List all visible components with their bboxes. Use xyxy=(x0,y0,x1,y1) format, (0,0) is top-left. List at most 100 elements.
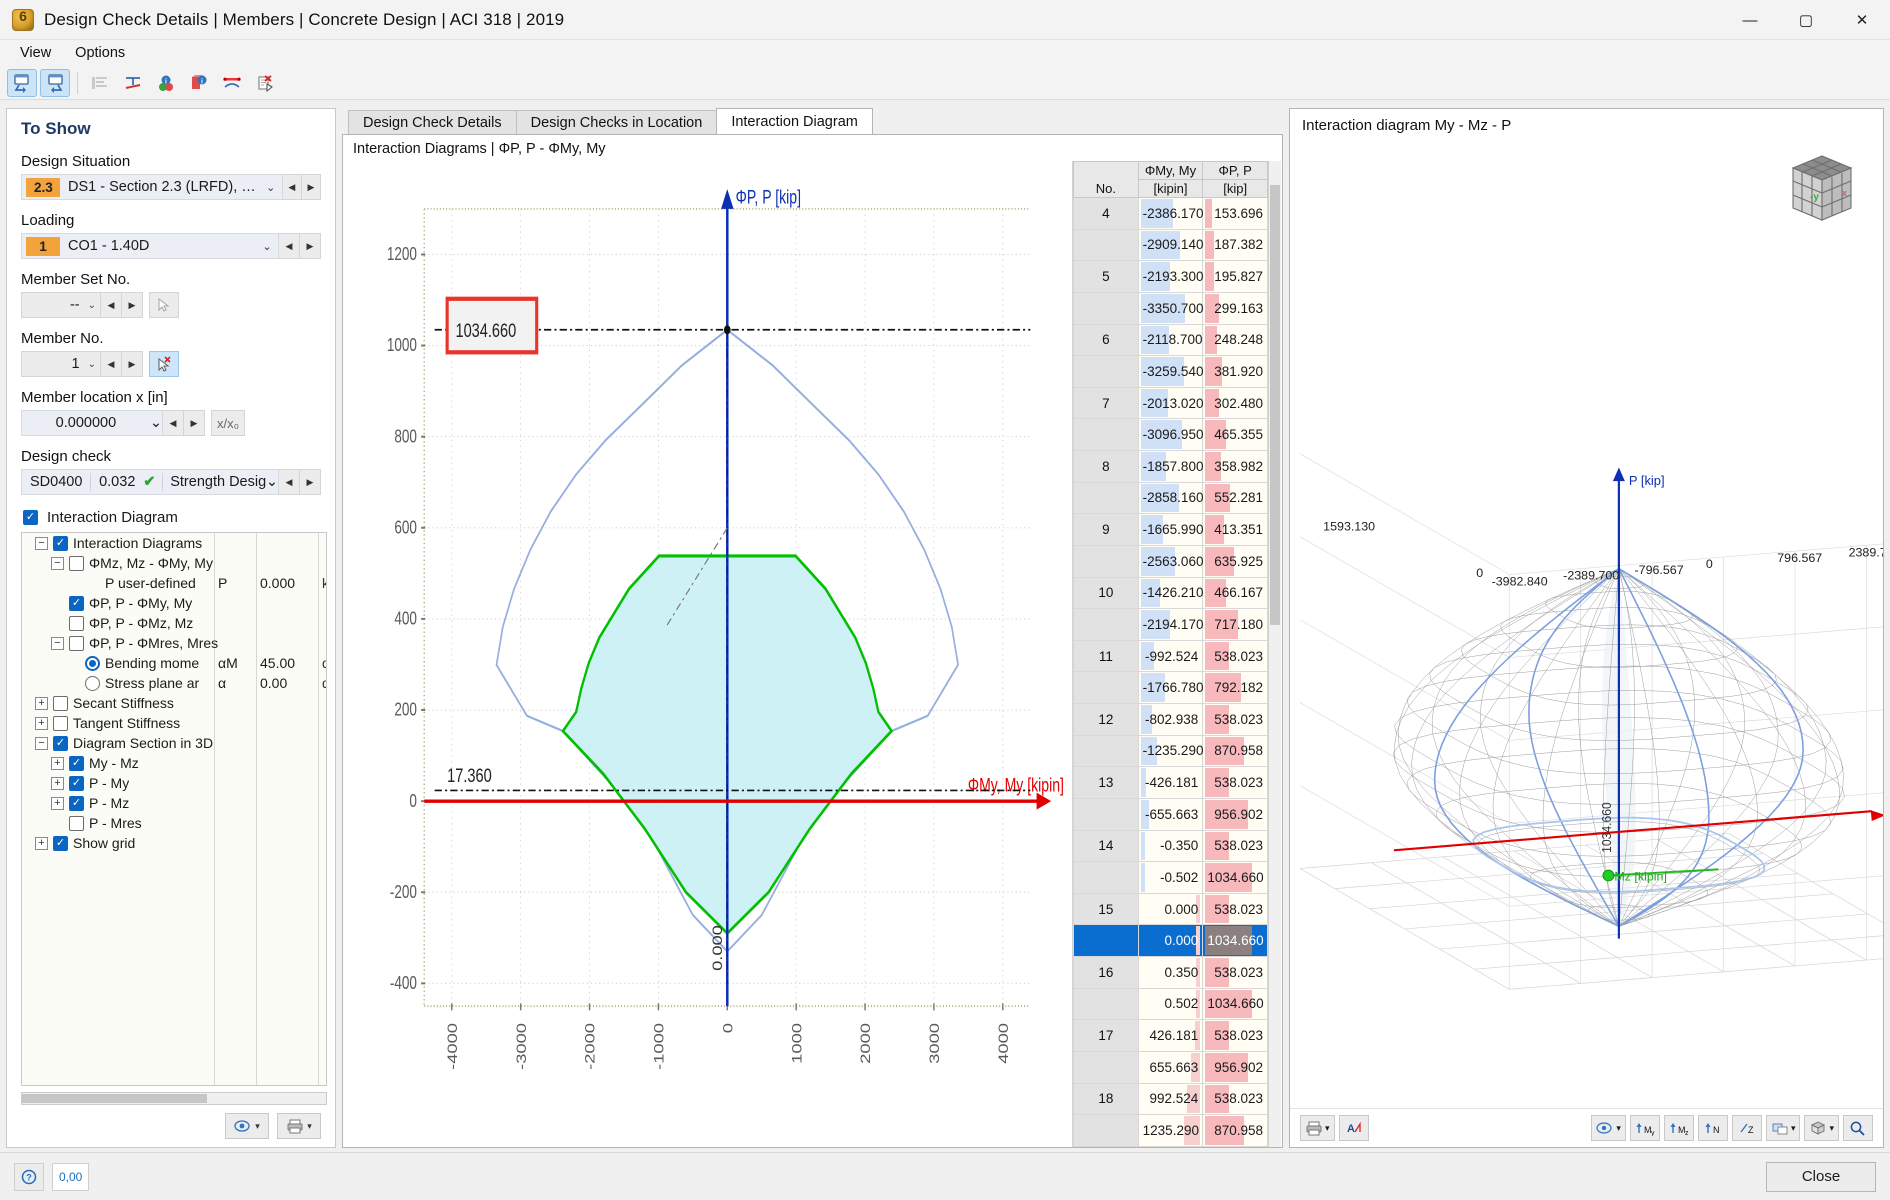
table-row[interactable]: 6-2118.700248.248 xyxy=(1074,324,1268,356)
member-no-combo[interactable]: 1 ⌄ xyxy=(21,351,101,377)
tree-item[interactable]: +Secant Stiffness xyxy=(22,693,326,713)
cell-p[interactable]: 717.180 xyxy=(1203,609,1268,641)
table-row[interactable]: -2194.170717.180 xyxy=(1074,609,1268,641)
table-row[interactable]: -1766.780792.182 xyxy=(1074,672,1268,704)
axis-my-button[interactable]: My xyxy=(1630,1115,1660,1141)
axis-z-button[interactable]: Z xyxy=(1732,1115,1762,1141)
table-row[interactable]: -655.663956.902 xyxy=(1074,798,1268,830)
cell-p[interactable]: 466.167 xyxy=(1203,577,1268,609)
cell-p[interactable]: 1034.660 xyxy=(1203,862,1268,894)
loading-next-button[interactable]: ▶ xyxy=(300,233,321,259)
tree-checkbox[interactable] xyxy=(69,756,84,771)
cell-p[interactable]: 538.023 xyxy=(1203,767,1268,799)
cell-my[interactable]: -2386.170 xyxy=(1138,198,1203,230)
tree-item-value[interactable]: 0.00 xyxy=(260,675,318,691)
loading-combo[interactable]: 1 CO1 - 1.40D ⌄ xyxy=(21,233,279,259)
table-row[interactable]: -2858.160552.281 xyxy=(1074,482,1268,514)
tree-checkbox[interactable] xyxy=(53,836,68,851)
cell-p[interactable]: 465.355 xyxy=(1203,419,1268,451)
cell-my[interactable]: -1426.210 xyxy=(1138,577,1203,609)
cell-p[interactable]: 538.023 xyxy=(1203,830,1268,862)
cell-p[interactable]: 538.023 xyxy=(1203,704,1268,736)
table-row[interactable]: 7-2013.020302.480 xyxy=(1074,387,1268,419)
table-row[interactable]: 9-1665.990413.351 xyxy=(1074,514,1268,546)
stress-distribution-icon[interactable] xyxy=(118,69,148,97)
tree-item-value[interactable]: 0.000 xyxy=(260,575,318,591)
3d-canvas[interactable]: P [kip]My [kipin]Mz [kipin]1034.660-3982… xyxy=(1290,134,1883,1108)
cell-my[interactable]: -1665.990 xyxy=(1138,514,1203,546)
cell-my[interactable]: 0.000 xyxy=(1138,925,1203,957)
member-set-combo[interactable]: -- ⌄ xyxy=(21,292,101,318)
tree-expander-icon[interactable]: − xyxy=(35,537,48,550)
maximize-button[interactable]: ▢ xyxy=(1778,0,1834,40)
table-row[interactable]: 0.0001034.660 xyxy=(1074,925,1268,957)
tree-item[interactable]: −ΦMz, Mz - ΦMy, My xyxy=(22,553,326,573)
tab-design-check-details[interactable]: Design Check Details xyxy=(348,110,517,134)
table-row[interactable]: 4-2386.170153.696 xyxy=(1074,198,1268,230)
table-row[interactable]: -1235.290870.958 xyxy=(1074,735,1268,767)
tree-horizontal-scrollbar[interactable] xyxy=(21,1092,327,1105)
cell-my[interactable]: 0.000 xyxy=(1138,893,1203,925)
cell-my[interactable]: -3259.540 xyxy=(1138,356,1203,388)
loading-prev-button[interactable]: ◀ xyxy=(279,233,300,259)
member-location-next-button[interactable]: ▶ xyxy=(184,410,205,436)
tree-item[interactable]: −Diagram Section in 3D xyxy=(22,733,326,753)
material-info-icon[interactable]: i xyxy=(151,69,181,97)
print-button[interactable]: ▾ xyxy=(277,1113,321,1139)
table-row[interactable]: 1235.290870.958 xyxy=(1074,1115,1268,1147)
tree-expander-icon[interactable]: + xyxy=(35,697,48,710)
table-row[interactable]: 13-426.181538.023 xyxy=(1074,767,1268,799)
tree-expander-icon[interactable]: − xyxy=(35,737,48,750)
tab-design-checks-in-location[interactable]: Design Checks in Location xyxy=(516,110,718,134)
cell-my[interactable]: -2909.140 xyxy=(1138,229,1203,261)
diagram-tree[interactable]: −Interaction Diagrams−ΦMz, Mz - ΦMy, MyP… xyxy=(21,532,327,1086)
cell-p[interactable]: 538.023 xyxy=(1203,893,1268,925)
cell-p[interactable]: 538.023 xyxy=(1203,1020,1268,1052)
member-location-ratio-button[interactable]: x/x₀ xyxy=(211,410,245,436)
cell-my[interactable]: 992.524 xyxy=(1138,1083,1203,1115)
box-view-button[interactable]: ▾ xyxy=(1804,1115,1839,1141)
tree-item[interactable]: −ΦP, P - ΦMres, Mres xyxy=(22,633,326,653)
cell-p[interactable]: 635.925 xyxy=(1203,545,1268,577)
tree-expander-icon[interactable]: + xyxy=(51,757,64,770)
table-vertical-scrollbar[interactable] xyxy=(1268,161,1281,1147)
tree-checkbox[interactable] xyxy=(53,536,68,551)
print-3d-button[interactable]: ▾ xyxy=(1300,1115,1335,1141)
display-mode-button[interactable]: ▾ xyxy=(1766,1115,1801,1141)
axis-mz-button[interactable]: Mz xyxy=(1664,1115,1694,1141)
scrollbar-thumb[interactable] xyxy=(22,1094,207,1103)
member-no-pick-icon[interactable] xyxy=(149,351,179,377)
cell-my[interactable]: 1235.290 xyxy=(1138,1115,1203,1147)
design-check-next-button[interactable]: ▶ xyxy=(300,469,321,495)
cell-my[interactable]: -0.350 xyxy=(1138,830,1203,862)
tree-checkbox[interactable] xyxy=(69,796,84,811)
cell-my[interactable]: 655.663 xyxy=(1138,1051,1203,1083)
table-row[interactable]: -2909.140187.382 xyxy=(1074,229,1268,261)
table-icon[interactable] xyxy=(85,69,115,97)
tree-expander-icon[interactable]: + xyxy=(51,797,64,810)
cell-my[interactable]: -3350.700 xyxy=(1138,292,1203,324)
member-set-next-button[interactable]: ▶ xyxy=(122,292,143,318)
member-set-prev-button[interactable]: ◀ xyxy=(101,292,122,318)
cell-my[interactable]: -802.938 xyxy=(1138,704,1203,736)
cell-my[interactable]: -0.502 xyxy=(1138,862,1203,894)
member-location-prev-button[interactable]: ◀ xyxy=(163,410,184,436)
section-info-icon[interactable]: i xyxy=(184,69,214,97)
tree-checkbox[interactable] xyxy=(69,616,84,631)
result-diagram-icon[interactable] xyxy=(217,69,247,97)
cell-p[interactable]: 956.902 xyxy=(1203,1051,1268,1083)
table-row[interactable]: -3096.950465.355 xyxy=(1074,419,1268,451)
table-row[interactable]: 8-1857.800358.982 xyxy=(1074,451,1268,483)
table-row[interactable]: -2563.060635.925 xyxy=(1074,545,1268,577)
tree-item-value[interactable]: 45.00 xyxy=(260,655,318,671)
member-set-pick-icon[interactable] xyxy=(149,292,179,318)
minimize-button[interactable]: — xyxy=(1722,0,1778,40)
cell-my[interactable]: -426.181 xyxy=(1138,767,1203,799)
cell-p[interactable]: 870.958 xyxy=(1203,1115,1268,1147)
tree-radio[interactable] xyxy=(85,656,100,671)
cell-my[interactable]: -2013.020 xyxy=(1138,387,1203,419)
delete-report-icon[interactable] xyxy=(250,69,280,97)
table-row[interactable]: 10-1426.210466.167 xyxy=(1074,577,1268,609)
cell-p[interactable]: 248.248 xyxy=(1203,324,1268,356)
tree-item[interactable]: P user-definedP0.000kip xyxy=(22,573,326,593)
